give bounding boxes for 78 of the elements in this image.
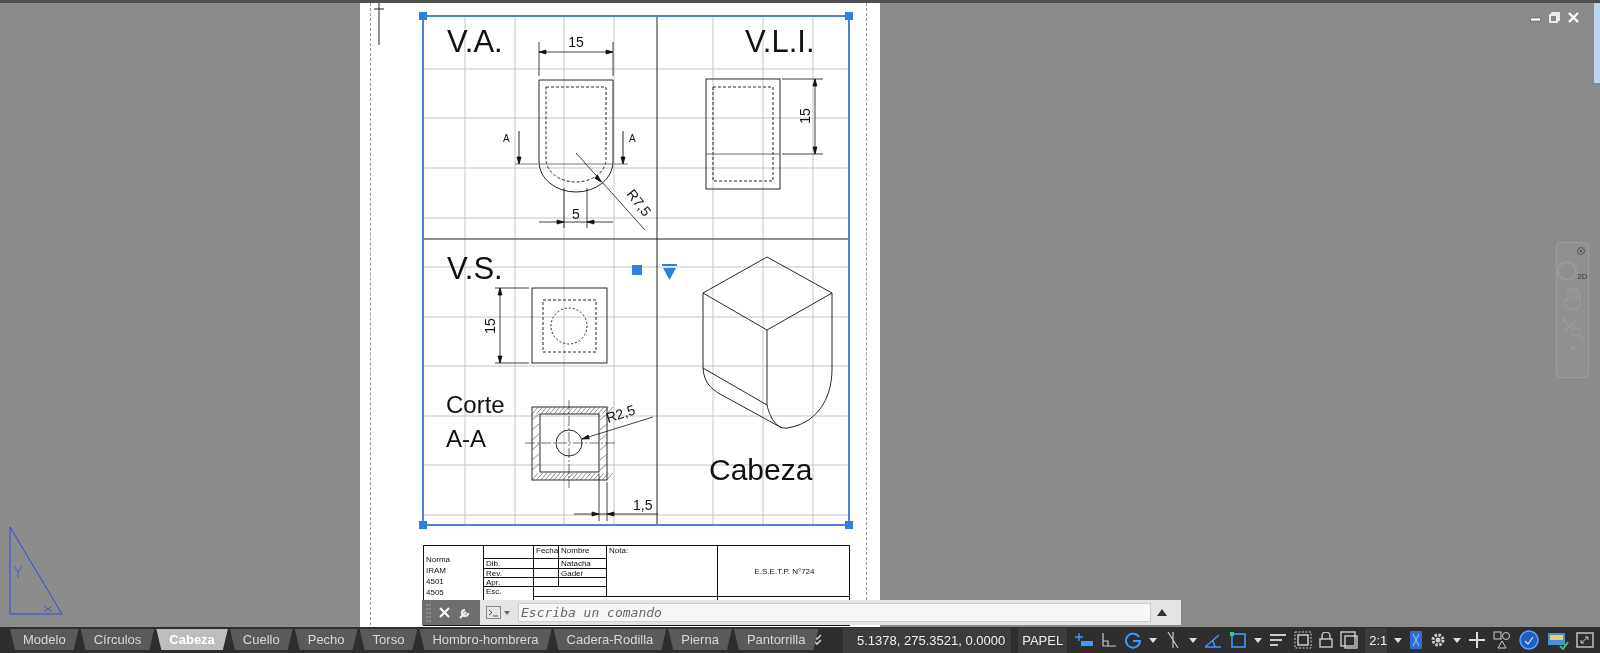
prompt-icon[interactable] [486, 605, 512, 620]
grip-handle[interactable] [845, 12, 853, 20]
ortho-icon[interactable] [1101, 632, 1118, 648]
ucs-icon [8, 526, 64, 616]
standard-text: 4505 [426, 588, 445, 597]
scrollbar[interactable] [1594, 3, 1600, 83]
square-icon[interactable] [1229, 631, 1248, 649]
wheel-label[interactable]: 2D [1577, 273, 1588, 281]
grip-handle[interactable] [419, 12, 427, 20]
viewport-icon[interactable] [1340, 631, 1359, 649]
lock-icon[interactable] [1319, 632, 1334, 648]
layout-tab[interactable]: Círculos [80, 629, 155, 650]
viewport-frame[interactable] [422, 15, 850, 526]
command-input[interactable]: Escriba un comando [518, 603, 1151, 622]
school-text: E.S.E.T.P. N°724 [754, 566, 815, 576]
section-title: Corte [446, 391, 505, 418]
circle-check-icon[interactable] [1518, 629, 1541, 651]
dimension-text: 5 [572, 206, 580, 222]
standard-text: 4501 [426, 577, 445, 586]
shapes-icon[interactable] [1493, 631, 1512, 649]
view-title: V.A. [447, 24, 503, 59]
caret-down-icon[interactable] [1394, 637, 1403, 643]
role-label: Apr. [486, 578, 501, 587]
section-mark: A [503, 133, 510, 144]
column-header: Nombre [561, 546, 590, 555]
grip-dots-icon[interactable] [426, 603, 431, 622]
piece-name: Cabeza [709, 453, 813, 486]
section-mark: A [629, 133, 636, 144]
scale-dropdown[interactable]: 2:1 [1365, 627, 1388, 653]
scale-label: Esc. [486, 587, 503, 596]
name-text: Natacha [561, 559, 591, 568]
view-title: V.L.I. [745, 24, 815, 59]
dimension-text: R2,5 [604, 401, 638, 426]
column-header: Fecha [536, 546, 559, 555]
restore-icon[interactable] [1549, 12, 1560, 23]
layout-tab[interactable]: Modelo [10, 629, 79, 650]
dimension-text: 15 [797, 108, 813, 124]
paper-space-button[interactable]: PAPEL [1018, 627, 1068, 653]
caret-down-icon[interactable] [1189, 637, 1198, 643]
layout-tab[interactable]: Pierna [668, 629, 732, 650]
grip-handle[interactable] [845, 521, 853, 529]
grip-handle[interactable] [632, 265, 642, 275]
annotation-icon[interactable] [1409, 630, 1424, 650]
monitor-icon[interactable] [1547, 630, 1570, 650]
layout-tab[interactable]: Cadera-Rodilla [553, 629, 667, 650]
coordinates-readout: 5.1378, 275.3521, 0.0000 [843, 627, 1012, 653]
double-chevron-icon[interactable] [812, 634, 822, 646]
angle-icon[interactable] [1204, 632, 1223, 648]
caret-down-icon[interactable] [1453, 637, 1462, 643]
grip-handle[interactable] [419, 521, 427, 529]
note-label: Nota: [609, 546, 629, 555]
snap-icon[interactable] [1074, 632, 1095, 648]
section-title: A-A [446, 425, 486, 452]
polar-icon[interactable] [1124, 631, 1143, 649]
standard-text: IRAM [426, 566, 447, 575]
caret-up-icon[interactable] [1157, 609, 1167, 616]
lines-icon[interactable] [1269, 633, 1288, 647]
layout-tab[interactable]: Pecho [294, 629, 358, 650]
role-label: Dib. [486, 559, 501, 568]
standard-text: Norma [426, 555, 451, 564]
role-label: Rev. [486, 569, 502, 578]
plus-icon[interactable] [1468, 631, 1487, 649]
layout-tab[interactable]: Pantorrilla [733, 629, 819, 650]
viewport-icon[interactable] [1294, 631, 1313, 649]
dimension-text: 1,5 [633, 497, 653, 513]
dimension-text: 15 [482, 318, 498, 334]
caret-down-icon[interactable] [1254, 637, 1263, 643]
layout-tab[interactable]: Hombro-hombrera [419, 629, 552, 650]
layout-tab[interactable]: Cuello [229, 629, 293, 650]
view-title: V.S. [447, 251, 503, 286]
caret-down-icon[interactable] [1149, 637, 1158, 643]
gear-icon[interactable] [1430, 632, 1447, 648]
triangle-grip-icon[interactable] [662, 264, 677, 280]
tick-mark-icon [373, 3, 385, 45]
layout-tab[interactable]: Torso [359, 629, 418, 650]
name-text: Gader [561, 569, 584, 578]
dimension-text: 15 [568, 34, 584, 50]
fullscreen-icon[interactable] [1576, 632, 1595, 648]
